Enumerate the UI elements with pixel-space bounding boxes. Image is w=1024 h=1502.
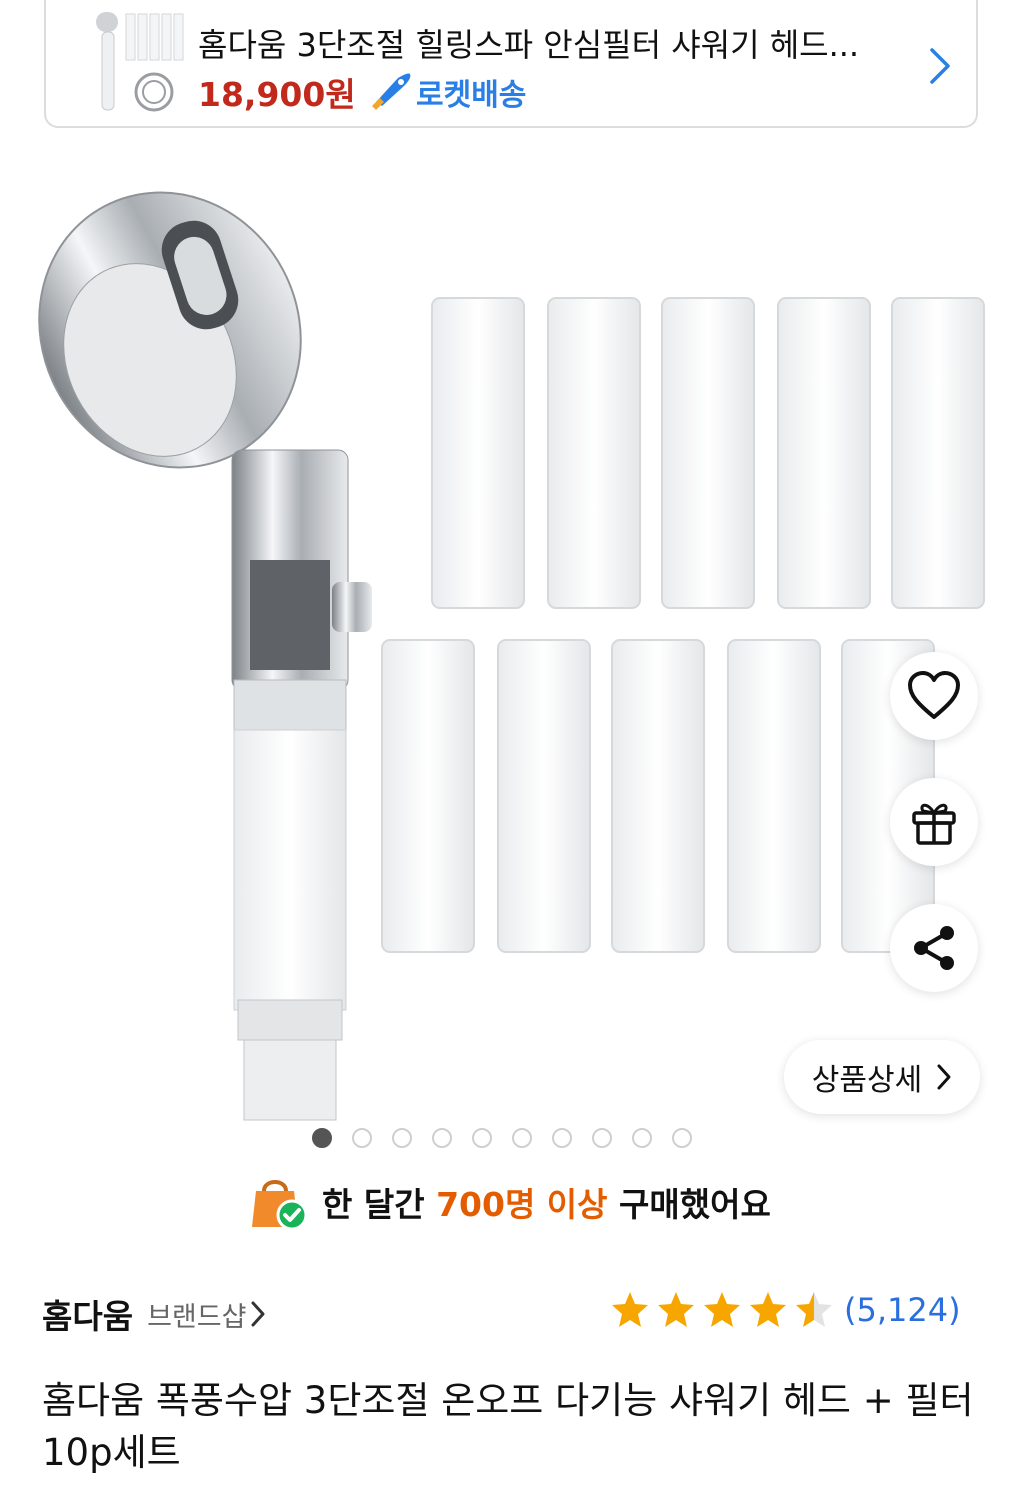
carousel-dot[interactable] xyxy=(512,1128,532,1148)
carousel-dot[interactable] xyxy=(312,1128,332,1148)
product-detail-button[interactable]: 상품상세 xyxy=(784,1040,980,1114)
carousel-dot[interactable] xyxy=(672,1128,692,1148)
rocket-delivery-label: 로켓배송 xyxy=(416,78,527,113)
carousel-dot[interactable] xyxy=(592,1128,612,1148)
carousel-dot[interactable] xyxy=(432,1128,452,1148)
purchase-prefix: 한 달간 xyxy=(322,1185,425,1224)
gift-button[interactable] xyxy=(890,778,978,866)
mini-product-card[interactable]: 홈다움 3단조절 힐링스파 안심필터 샤워기 헤드... 18,900원 로켓배… xyxy=(44,0,978,128)
product-image-carousel[interactable] xyxy=(0,150,1024,1150)
purchase-count-text: 한 달간 700명 이상 구매했어요 xyxy=(322,1178,771,1226)
product-thumbnail xyxy=(96,12,184,112)
chevron-right-icon[interactable] xyxy=(926,46,954,86)
chevron-right-icon xyxy=(251,1301,265,1327)
purchase-highlight: 700명 이상 xyxy=(436,1185,608,1224)
rating-row[interactable]: (5,124) xyxy=(610,1290,961,1330)
share-button[interactable] xyxy=(890,904,978,992)
product-main-image xyxy=(38,191,985,1121)
star-half-icon xyxy=(796,1292,832,1327)
star-full-icon xyxy=(704,1292,740,1327)
shopping-bag-check-icon xyxy=(252,1180,308,1231)
brand-shop-link[interactable]: 브랜드샵 xyxy=(147,1295,246,1334)
filter-cartridges xyxy=(381,297,985,953)
rocket-icon xyxy=(372,73,411,110)
shower-head xyxy=(38,191,372,1121)
purchase-suffix: 구매했어요 xyxy=(619,1185,771,1224)
gift-icon xyxy=(912,803,956,845)
heart-icon xyxy=(908,671,960,719)
review-count[interactable]: (5,124) xyxy=(844,1291,961,1329)
carousel-indicator[interactable] xyxy=(312,1128,692,1148)
product-detail-label: 상품상세 xyxy=(811,1063,923,1098)
brand-name: 홈다움 xyxy=(42,1297,134,1336)
carousel-dot[interactable] xyxy=(552,1128,572,1148)
star-full-icon xyxy=(750,1292,786,1327)
mini-product-title: 홈다움 3단조절 힐링스파 안심필터 샤워기 헤드... xyxy=(198,26,860,64)
wishlist-button[interactable] xyxy=(890,652,978,740)
carousel-dot[interactable] xyxy=(472,1128,492,1148)
share-icon xyxy=(914,926,954,970)
star-rating xyxy=(610,1290,834,1330)
brand-row[interactable]: 홈다움 브랜드샵 xyxy=(42,1290,266,1338)
product-title: 홈다움 폭풍수압 3단조절 온오프 다기능 샤워기 헤드 + 필터 10p세트 xyxy=(42,1379,974,1474)
star-full-icon xyxy=(658,1292,694,1327)
carousel-dot[interactable] xyxy=(392,1128,412,1148)
chevron-right-icon xyxy=(937,1064,951,1090)
carousel-dot[interactable] xyxy=(632,1128,652,1148)
carousel-dot[interactable] xyxy=(352,1128,372,1148)
star-full-icon xyxy=(612,1292,648,1327)
mini-product-price: 18,900원 xyxy=(198,75,356,114)
purchase-count-banner: 한 달간 700명 이상 구매했어요 xyxy=(248,1172,771,1232)
